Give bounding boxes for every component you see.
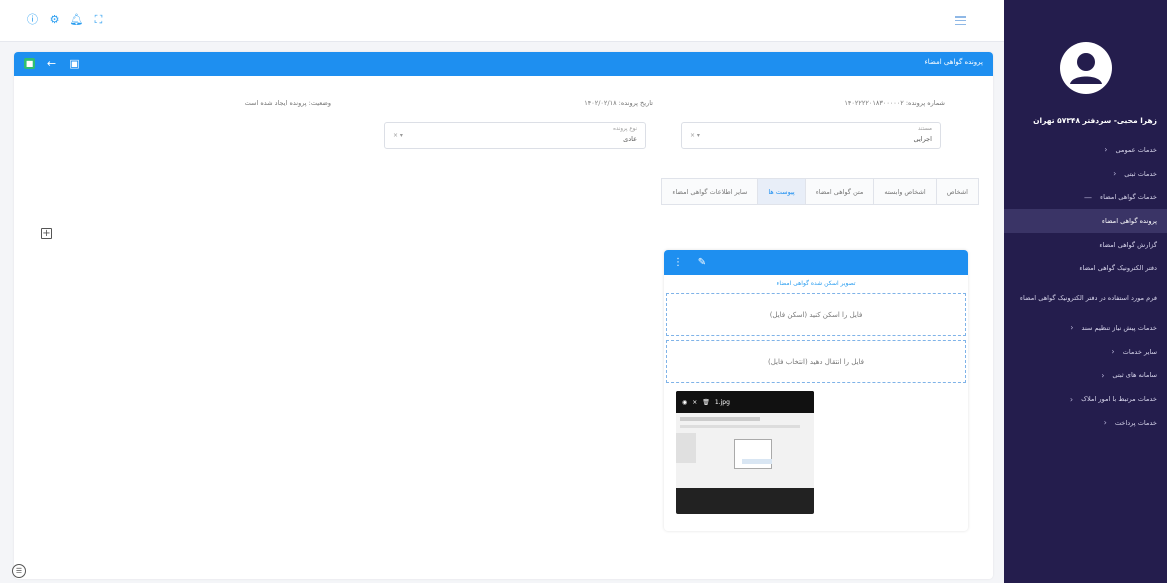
tab-signature-text[interactable]: متن گواهی امضاء [805, 178, 875, 205]
field-value: اجرایی [913, 135, 932, 143]
document-type-select[interactable]: مستند اجرایی ▾ × [681, 122, 941, 149]
chevron-left-icon: ‹ [1111, 347, 1115, 357]
upload-dropzone[interactable]: فایل را انتقال دهید (انتخاب فایل) [666, 340, 966, 383]
thumbnail-image [676, 413, 814, 488]
file-date: تاریخ پرونده: ۱۴۰۲/۰۲/۱۸ [584, 99, 653, 107]
sidebar-item-property-services[interactable]: خدمات مرتبط با امور املاک ‹ [1004, 387, 1167, 411]
sidebar-item-prerequisite-services[interactable]: خدمات پیش نیاز تنظیم سند ‹ [1004, 316, 1167, 340]
scan-dropzone[interactable]: فایل را اسکن کنید (اسکن فایل) [666, 293, 966, 336]
field-label: مستند [917, 126, 932, 132]
tab-related-persons[interactable]: اشخاص وابسته [874, 178, 937, 205]
sidebar-item-registry-systems[interactable]: سامانه های ثبتی ‹ [1004, 364, 1167, 388]
top-icons: ⓘ ⚙ 🔔︎ ⛶ [26, 13, 105, 26]
sidebar-item-electronic-office[interactable]: دفتر الکترونیک گواهی امضاء [1004, 256, 1167, 280]
attachment-panel: ⋮ ✎ تصویر اسکن شده گواهی امضاء فایل را ا… [664, 250, 968, 531]
card-header: ■ ← ▣ پرونده گواهی امضاء [14, 52, 993, 76]
chevron-left-icon: ‹ [1070, 323, 1074, 333]
sidebar-item-other-services[interactable]: سایر خدمات ‹ [1004, 340, 1167, 364]
gear-icon[interactable]: ⚙ [48, 13, 61, 26]
signature-file-card: ■ ← ▣ پرونده گواهی امضاء شماره پرونده: ۱… [14, 52, 993, 579]
field-label: نوع پرونده [613, 126, 637, 132]
sidebar-item-public-services[interactable]: خدمات عمومی ‹ [1004, 138, 1167, 162]
chevron-left-icon: ‹ [1101, 370, 1105, 380]
sidebar-item-signature-file[interactable]: پرونده گواهی امضاء [1004, 209, 1167, 233]
eye-icon[interactable]: ◉ [682, 399, 687, 406]
attachment-header-icons: ⋮ ✎ [672, 256, 708, 268]
chevron-left-icon: ‹ [1104, 145, 1108, 155]
chevron-down-icon: ▾ × [690, 132, 700, 139]
file-type-select[interactable]: نوع پرونده عادی ▾ × [384, 122, 646, 149]
tab-attachments[interactable]: پیوست ها [758, 178, 806, 205]
chevron-down-icon: ▾ × [393, 132, 403, 139]
sidebar-item-signature-report[interactable]: گزارش گواهی امضاء [1004, 233, 1167, 257]
thumbnail-toolbar: ◉ × 🗑︎ 1.jpg [676, 391, 814, 413]
bell-icon[interactable]: 🔔︎ [70, 13, 84, 26]
hamburger-icon[interactable] [955, 16, 966, 25]
attachment-thumbnail[interactable]: ◉ × 🗑︎ 1.jpg [676, 391, 814, 514]
back-arrow-icon[interactable]: ← [45, 57, 58, 70]
tab-persons[interactable]: اشخاص [936, 178, 979, 205]
file-number: شماره پرونده: ۱۴۰۲۲۲۲۰۱۸۳۰۰۰۰۰۲ [844, 99, 945, 107]
top-bar: ⓘ ⚙ 🔔︎ ⛶ [0, 0, 1004, 42]
attachment-title: تصویر اسکن شده گواهی امضاء [776, 280, 856, 287]
sidebar-item-payment-services[interactable]: خدمات پرداخت ‹ [1004, 411, 1167, 435]
list-icon[interactable]: ☰ [12, 564, 26, 578]
card-header-icons: ■ ← ▣ [24, 57, 81, 70]
document-icon[interactable]: ▣ [68, 57, 81, 70]
sidebar-nav: خدمات عمومی ‹ خدمات ثبتی ‹ خدمات گواهی امض… [1004, 138, 1167, 435]
edit-icon[interactable]: ✎ [696, 256, 708, 268]
add-icon[interactable]: + [41, 228, 52, 239]
field-value: عادی [623, 135, 637, 143]
avatar-icon[interactable] [1059, 42, 1112, 94]
tabs: اشخاص اشخاص وابسته متن گواهی امضاء پیوست… [661, 178, 979, 205]
sidebar-item-signature-services[interactable]: خدمات گواهی امضاء — [1004, 185, 1167, 209]
sidebar: زهرا محبی- سردفتر ۵۷۳۴۸ تهران خدمات عموم… [1004, 0, 1167, 583]
card-title: پرونده گواهی امضاء [924, 58, 983, 66]
close-icon[interactable]: × [692, 399, 697, 406]
chevron-left-icon: ‹ [1113, 169, 1117, 179]
sidebar-item-forms[interactable]: فرم مورد استفاده در دفتر الکترونیک گواهی… [1004, 280, 1167, 316]
chevron-left-icon: ‹ [1103, 418, 1107, 428]
sidebar-item-registry-services[interactable]: خدمات ثبتی ‹ [1004, 162, 1167, 186]
trash-icon[interactable]: 🗑︎ [702, 399, 710, 406]
save-icon[interactable]: ■ [24, 58, 35, 69]
fullscreen-icon[interactable]: ⛶ [92, 13, 105, 26]
tab-other-info[interactable]: سایر اطلاعات گواهی امضاء [661, 178, 759, 205]
chevron-left-icon: ‹ [1069, 394, 1074, 404]
thumbnail-filename: 1.jpg [714, 398, 730, 406]
file-status: وضعیت: پرونده ایجاد شده است [244, 99, 331, 107]
more-options-icon[interactable]: ⋮ [672, 256, 684, 268]
collapse-icon: — [1083, 192, 1092, 202]
info-icon[interactable]: ⓘ [26, 13, 39, 26]
attachment-header: ⋮ ✎ [664, 250, 968, 275]
user-name: زهرا محبی- سردفتر ۵۷۳۴۸ تهران [1033, 116, 1157, 125]
